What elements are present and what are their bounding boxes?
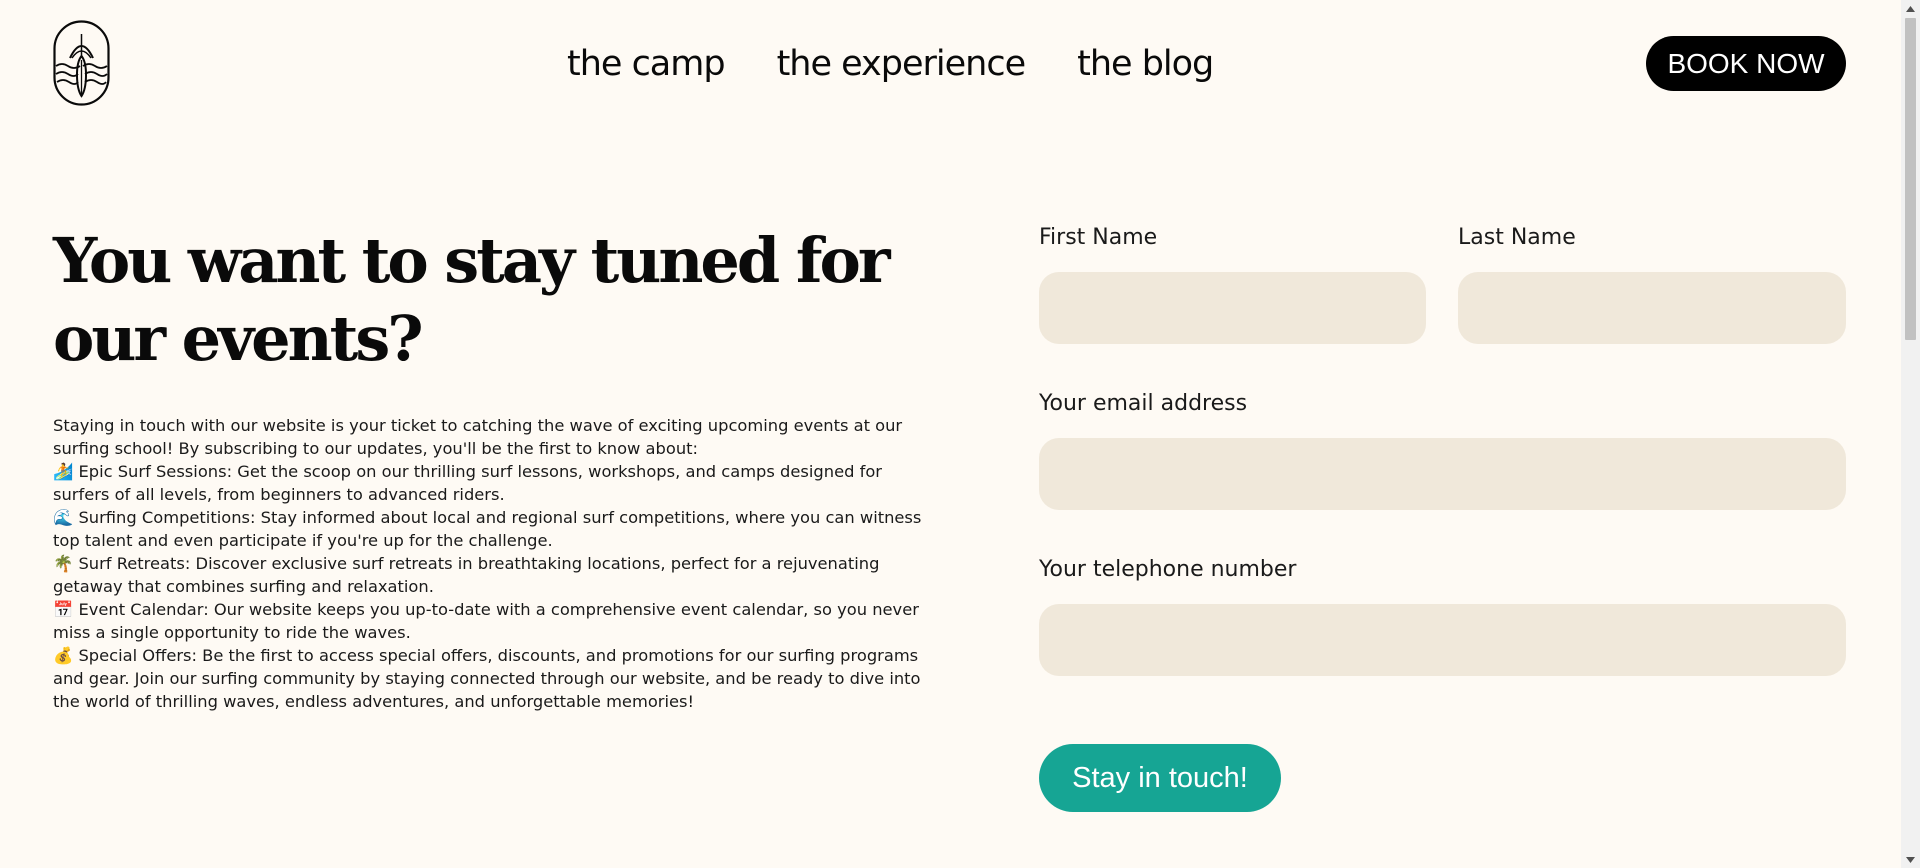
page-title: You want to stay tuned for our events?	[53, 224, 891, 375]
list-item-event-calendar: 📅 Event Calendar: Our website keeps you …	[53, 600, 919, 642]
intro-text: Staying in touch with our website is you…	[53, 414, 938, 713]
email-field[interactable]	[1039, 438, 1846, 510]
scroll-down-arrow-icon[interactable]	[1901, 851, 1920, 868]
first-name-field[interactable]	[1039, 272, 1426, 344]
list-item-competitions: 🌊 Surfing Competitions: Stay informed ab…	[53, 508, 922, 550]
vertical-scrollbar[interactable]	[1901, 0, 1920, 868]
list-item-special-offers: 💰 Special Offers: Be the first to access…	[53, 646, 921, 711]
book-now-button[interactable]: BOOK NOW	[1646, 36, 1846, 91]
main-nav: the camp the experience the blog	[567, 38, 1214, 90]
list-item-surf-sessions: 🏄 Epic Surf Sessions: Get the scoop on o…	[53, 462, 882, 504]
scrollbar-thumb[interactable]	[1905, 18, 1916, 340]
list-item-retreats: 🌴 Surf Retreats: Discover exclusive surf…	[53, 554, 880, 596]
stay-in-touch-button[interactable]: Stay in touch!	[1039, 744, 1281, 812]
first-name-label: First Name	[1039, 225, 1158, 250]
phone-label: Your telephone number	[1039, 557, 1297, 582]
nav-link-the-blog[interactable]: the blog	[1077, 38, 1214, 90]
surf-camp-logo-icon	[53, 20, 110, 106]
last-name-field[interactable]	[1458, 272, 1846, 344]
scroll-up-arrow-icon[interactable]	[1901, 0, 1920, 17]
nav-link-the-camp[interactable]: the camp	[567, 38, 726, 90]
email-label: Your email address	[1039, 391, 1248, 416]
site-logo[interactable]	[53, 20, 110, 106]
nav-link-the-experience[interactable]: the experience	[777, 38, 1027, 90]
intro-paragraph: Staying in touch with our website is you…	[53, 416, 903, 458]
last-name-label: Last Name	[1458, 225, 1576, 250]
phone-field[interactable]	[1039, 604, 1846, 676]
page: the camp the experience the blog BOOK NO…	[0, 0, 1901, 868]
